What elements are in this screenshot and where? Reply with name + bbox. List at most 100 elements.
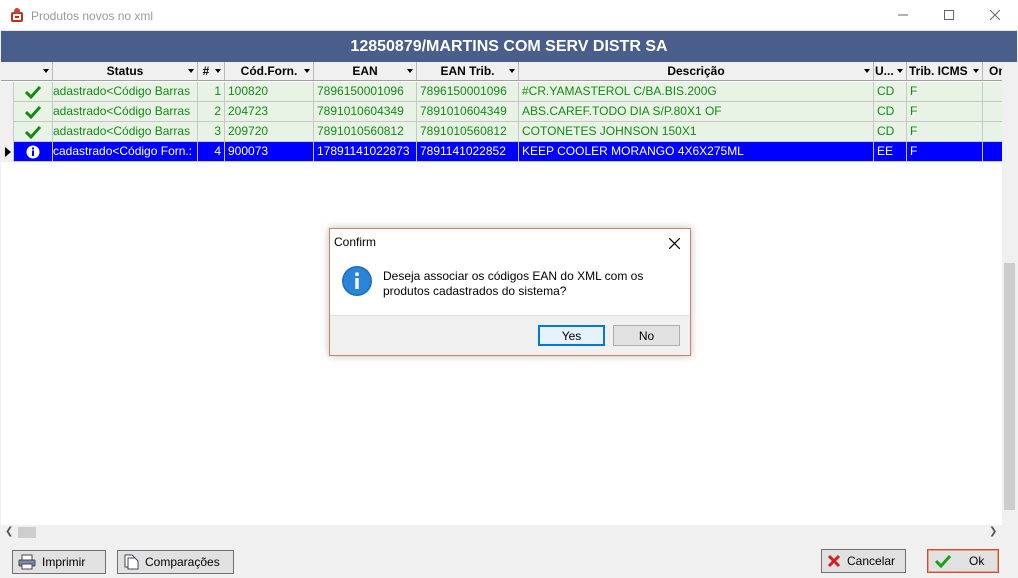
- grid-header: Status # Cód.Forn. EAN EAN Trib. Descriç…: [1, 62, 1003, 81]
- close-icon: [990, 10, 1000, 20]
- row-indicator: [1, 82, 14, 102]
- check-icon: [25, 105, 41, 119]
- ean-cell: 7891010604349: [314, 102, 417, 122]
- ean-cell: 17891141022873: [314, 142, 417, 162]
- status-cell: adastrado<Código Barras: [53, 102, 198, 122]
- column-header-icon[interactable]: [1, 62, 53, 80]
- maximize-button[interactable]: [926, 0, 972, 30]
- icms-cell: F: [907, 82, 983, 102]
- vertical-scroll-thumb[interactable]: [1004, 263, 1015, 510]
- dropdown-icon: [897, 69, 903, 73]
- number-cell: 1: [198, 82, 225, 102]
- column-header-ean[interactable]: EAN: [314, 62, 417, 80]
- origin-cell: [983, 122, 1002, 142]
- dropdown-icon: [973, 69, 979, 73]
- scroll-left-icon[interactable]: ❮: [5, 526, 13, 537]
- table-row[interactable]: adastrado<Código Barras 1 100820 7896150…: [1, 82, 1002, 102]
- dropdown-icon: [864, 69, 870, 73]
- horizontal-scrollbar[interactable]: ❮ ❯: [1, 525, 1002, 540]
- cod-forn-cell: 900073: [225, 142, 314, 162]
- vertical-scrollbar[interactable]: [1002, 62, 1017, 525]
- number-cell: 3: [198, 122, 225, 142]
- table-row[interactable]: adastrado<Código Barras 2 204723 7891010…: [1, 102, 1002, 122]
- confirm-dialog: Confirm Deseja associar os códigos EAN d…: [329, 228, 691, 356]
- no-button[interactable]: No: [613, 325, 680, 346]
- column-header-origin[interactable]: Or: [983, 62, 1003, 80]
- app-icon: [11, 8, 23, 22]
- supplier-header: 12850879/MARTINS COM SERV DISTR SA: [1, 31, 1017, 62]
- cancel-x-icon: [827, 554, 841, 568]
- cancel-button-label: Cancelar: [847, 554, 896, 568]
- check-icon: [25, 85, 41, 99]
- cancel-button[interactable]: Cancelar: [821, 549, 906, 573]
- close-icon: [668, 237, 680, 249]
- descricao-cell: KEEP COOLER MORANGO 4X6X275ML: [519, 142, 874, 162]
- dropdown-icon: [304, 69, 310, 73]
- cod-forn-cell: 204723: [225, 102, 314, 122]
- origin-cell: [983, 82, 1002, 102]
- horizontal-scroll-thumb[interactable]: [18, 527, 36, 538]
- cod-forn-cell: 209720: [225, 122, 314, 142]
- documents-icon: [123, 554, 139, 570]
- current-row-arrow-icon: [5, 147, 11, 157]
- compare-button[interactable]: Comparações: [117, 550, 234, 574]
- ok-button[interactable]: Ok: [927, 549, 999, 573]
- status-cell: adastrado<Código Barras: [53, 82, 198, 102]
- number-cell: 2: [198, 102, 225, 122]
- unit-cell: CD: [874, 122, 907, 142]
- unit-cell: EE: [874, 142, 907, 162]
- unit-cell: CD: [874, 102, 907, 122]
- cod-forn-cell: 100820: [225, 82, 314, 102]
- column-header-number[interactable]: #: [198, 62, 225, 80]
- column-header-cod-forn[interactable]: Cód.Forn.: [225, 62, 314, 80]
- info-icon: [26, 145, 40, 158]
- column-header-unit[interactable]: U...: [874, 62, 907, 80]
- descricao-cell: ABS.CAREF.TODO DIA S/P.80X1 OF: [519, 102, 874, 122]
- status-cell: adastrado<Código Barras: [53, 122, 198, 142]
- dropdown-icon: [43, 69, 49, 73]
- ean-trib-cell: 7891141022852: [417, 142, 519, 162]
- dialog-footer: Yes No: [330, 315, 690, 355]
- ean-cell: 7896150001096: [314, 82, 417, 102]
- dropdown-icon: [407, 69, 413, 73]
- ean-trib-cell: 7891010604349: [417, 102, 519, 122]
- icms-cell: F: [907, 122, 983, 142]
- yes-button[interactable]: Yes: [538, 325, 605, 346]
- ean-cell: 7891010560812: [314, 122, 417, 142]
- row-indicator: [1, 122, 14, 142]
- ok-button-label: Ok: [969, 554, 985, 568]
- icms-cell: F: [907, 102, 983, 122]
- scroll-right-icon[interactable]: ❯: [989, 526, 997, 537]
- printer-icon: [18, 554, 36, 570]
- scrollbar-corner: [1002, 525, 1017, 540]
- dialog-message: Deseja associar os códigos EAN do XML co…: [383, 269, 644, 298]
- origin-cell: [983, 142, 1002, 162]
- table-row-selected[interactable]: cadastrado<Código Forn.: 4 900073 178911…: [1, 142, 1002, 162]
- print-button-label: Imprimir: [42, 555, 86, 569]
- dialog-title: Confirm: [334, 235, 377, 249]
- minimize-icon: [898, 14, 908, 16]
- window-title: Produtos novos no xml: [31, 9, 154, 23]
- print-button[interactable]: Imprimir: [12, 550, 106, 574]
- column-header-trib-icms[interactable]: Trib. ICMS: [907, 62, 983, 80]
- column-header-ean-trib[interactable]: EAN Trib.: [417, 62, 519, 80]
- dropdown-icon: [188, 69, 194, 73]
- dropdown-icon: [509, 69, 515, 73]
- close-button[interactable]: [972, 0, 1018, 30]
- row-indicator: [1, 102, 14, 122]
- check-icon: [935, 554, 951, 568]
- unit-cell: CD: [874, 82, 907, 102]
- minimize-button[interactable]: [880, 0, 926, 30]
- status-cell: cadastrado<Código Forn.:: [53, 142, 198, 162]
- origin-cell: [983, 102, 1002, 122]
- column-header-status[interactable]: Status: [53, 62, 198, 80]
- row-indicator: [1, 142, 14, 162]
- check-icon: [25, 125, 41, 139]
- dialog-close-button[interactable]: [664, 233, 684, 253]
- column-header-descricao[interactable]: Descrição: [519, 62, 874, 80]
- icms-cell: F: [907, 142, 983, 162]
- table-row[interactable]: adastrado<Código Barras 3 209720 7891010…: [1, 122, 1002, 142]
- number-cell: 4: [198, 142, 225, 162]
- info-icon: [342, 266, 372, 296]
- maximize-icon: [944, 10, 954, 20]
